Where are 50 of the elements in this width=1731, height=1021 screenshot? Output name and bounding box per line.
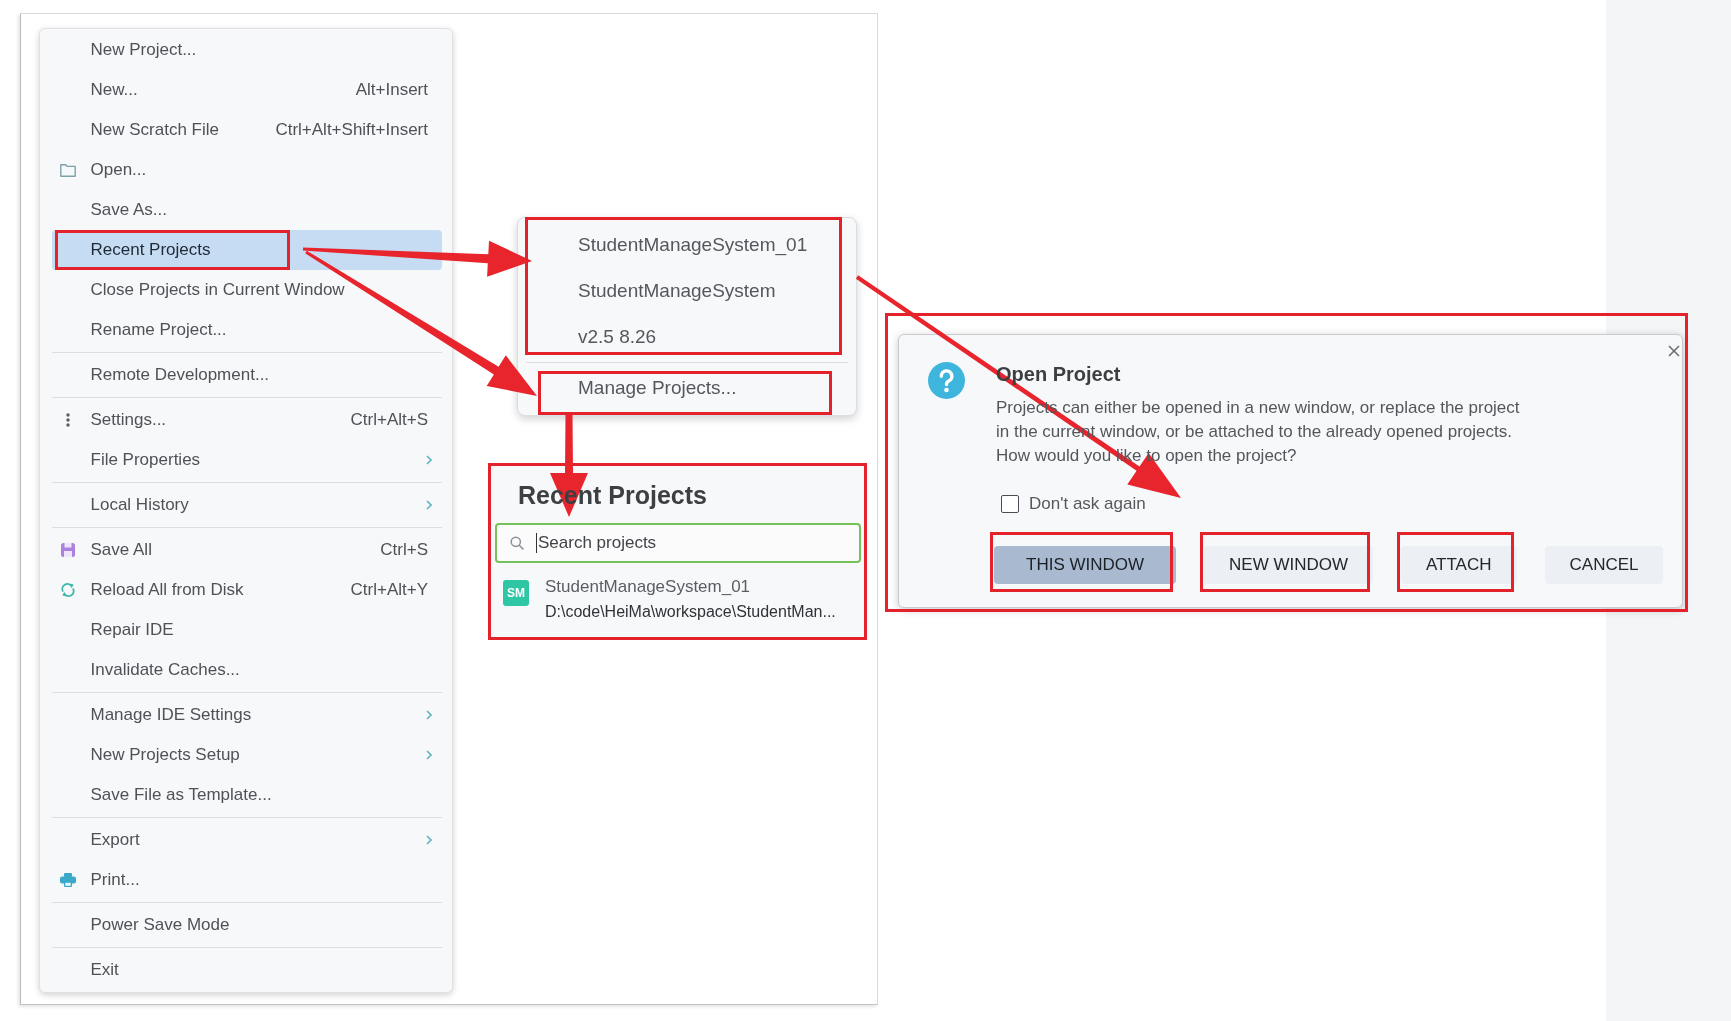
menu-item[interactable]: Close Projects in Current Window bbox=[52, 270, 442, 310]
menu-item[interactable]: Reload All from Disk Ctrl+Alt+Y bbox=[52, 570, 442, 610]
menu-item[interactable]: Rename Project... bbox=[52, 310, 442, 350]
menu-item[interactable]: Repair IDE bbox=[52, 610, 442, 650]
menu-item[interactable]: New Projects Setup bbox=[52, 735, 442, 775]
primary-button[interactable]: THIS WINDOW bbox=[994, 546, 1177, 584]
menu-item[interactable]: Manage IDE Settings bbox=[52, 695, 442, 735]
menu-item[interactable]: Power Save Mode bbox=[52, 905, 442, 945]
menu-item[interactable]: Save All Ctrl+S bbox=[52, 530, 442, 570]
keyboard-shortcut: Ctrl+Alt+Y bbox=[350, 580, 428, 600]
menu-item[interactable]: Save As... bbox=[52, 190, 442, 230]
menu-item[interactable]: Export bbox=[52, 820, 442, 860]
checkbox[interactable] bbox=[1001, 495, 1019, 513]
vertical-dots-icon bbox=[66, 413, 70, 427]
close-icon[interactable] bbox=[1668, 345, 1680, 357]
refresh-icon bbox=[61, 583, 75, 597]
dialog-button[interactable]: CANCEL bbox=[1544, 546, 1664, 584]
menu-item[interactable]: Open... bbox=[52, 150, 442, 190]
checkbox-label[interactable]: Don't ask again bbox=[1029, 494, 1146, 514]
help-icon bbox=[928, 362, 965, 399]
dialog-button[interactable]: ATTACH bbox=[1401, 546, 1517, 584]
search-icon bbox=[510, 536, 524, 550]
text-cursor bbox=[536, 533, 537, 553]
menu-item[interactable]: New Project... bbox=[52, 30, 442, 70]
project-badge: SM bbox=[503, 580, 529, 606]
menu-item[interactable]: New Scratch File Ctrl+Alt+Shift+Insert bbox=[52, 110, 442, 150]
menu-item[interactable]: StudentManageSystem bbox=[518, 268, 856, 314]
project-name: StudentManageSystem_01 bbox=[545, 576, 751, 598]
menu-item[interactable]: New... Alt+Insert bbox=[52, 70, 442, 110]
menu-item[interactable]: Local History bbox=[52, 485, 442, 525]
project-list-item[interactable]: SM StudentManageSystem_01 D:\code\HeiMa\workspace\StudentMan... bbox=[503, 575, 836, 625]
search-field[interactable]: Search projects bbox=[495, 523, 861, 563]
menu-item[interactable]: Save File as Template... bbox=[52, 775, 442, 815]
menu-item[interactable]: Invalidate Caches... bbox=[52, 650, 442, 690]
folder-icon bbox=[60, 163, 76, 177]
menu-item[interactable]: File Properties bbox=[52, 440, 442, 480]
keyboard-shortcut: Alt+Insert bbox=[355, 80, 428, 100]
menu-item[interactable]: v2.5 8.26 bbox=[518, 314, 856, 360]
menu-item[interactable]: Exit bbox=[52, 950, 442, 990]
project-path: D:\code\HeiMa\workspace\StudentMan... bbox=[545, 602, 836, 622]
dialog-button[interactable]: NEW WINDOW bbox=[1204, 546, 1374, 584]
printer-icon bbox=[60, 873, 76, 887]
menu-item[interactable]: Manage Projects... bbox=[518, 365, 856, 411]
menu-item[interactable]: Remote Development... bbox=[52, 355, 442, 395]
keyboard-shortcut: Ctrl+Alt+Shift+Insert bbox=[275, 120, 428, 140]
keyboard-shortcut: Ctrl+Alt+S bbox=[350, 410, 428, 430]
menu-item[interactable]: Print... bbox=[52, 860, 442, 900]
keyboard-shortcut: Ctrl+S bbox=[380, 540, 428, 560]
menu-item[interactable]: Settings... Ctrl+Alt+S bbox=[52, 400, 442, 440]
menu-item[interactable]: StudentManageSystem_01 bbox=[518, 222, 856, 268]
